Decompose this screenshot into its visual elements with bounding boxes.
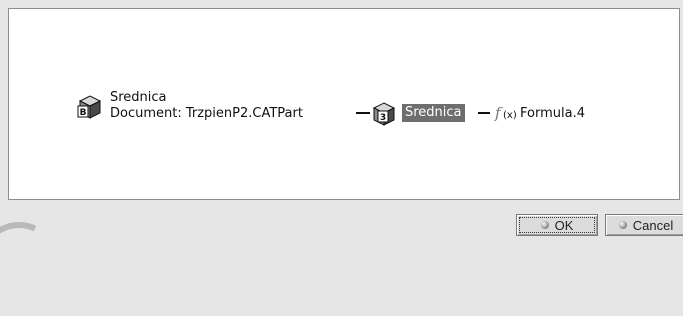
svg-text:B: B bbox=[80, 108, 87, 118]
tree-connector bbox=[356, 112, 370, 114]
tree-root-node[interactable]: B Srednica Document: TrzpienP2.CATPart bbox=[76, 90, 303, 122]
cancel-bullet-icon bbox=[618, 221, 627, 229]
cancel-button[interactable]: Cancel bbox=[605, 214, 683, 236]
part-document-cube-icon: B bbox=[77, 95, 102, 119]
tree-formula-node[interactable]: f (x) Formula.4 bbox=[494, 104, 585, 122]
cancel-button-label: Cancel bbox=[632, 217, 674, 233]
tree-connector bbox=[478, 112, 490, 114]
ok-bullet-icon bbox=[540, 221, 549, 229]
formula-label: Formula.4 bbox=[520, 105, 585, 121]
parameter-cube-icon: 3 bbox=[372, 102, 396, 126]
root-title: Srednica bbox=[110, 90, 167, 105]
ok-button[interactable]: OK bbox=[516, 214, 598, 236]
tree-parameter-node[interactable]: 3 Srednica bbox=[370, 100, 465, 126]
svg-text:f: f bbox=[494, 104, 503, 122]
svg-text:(x): (x) bbox=[503, 110, 517, 121]
svg-text:3: 3 bbox=[380, 113, 386, 123]
formula-fx-icon: f (x) bbox=[494, 104, 517, 122]
ok-button-label: OK bbox=[554, 217, 574, 233]
parameter-label-selected[interactable]: Srednica bbox=[402, 104, 465, 122]
root-document-path: Document: TrzpienP2.CATPart bbox=[110, 106, 303, 121]
